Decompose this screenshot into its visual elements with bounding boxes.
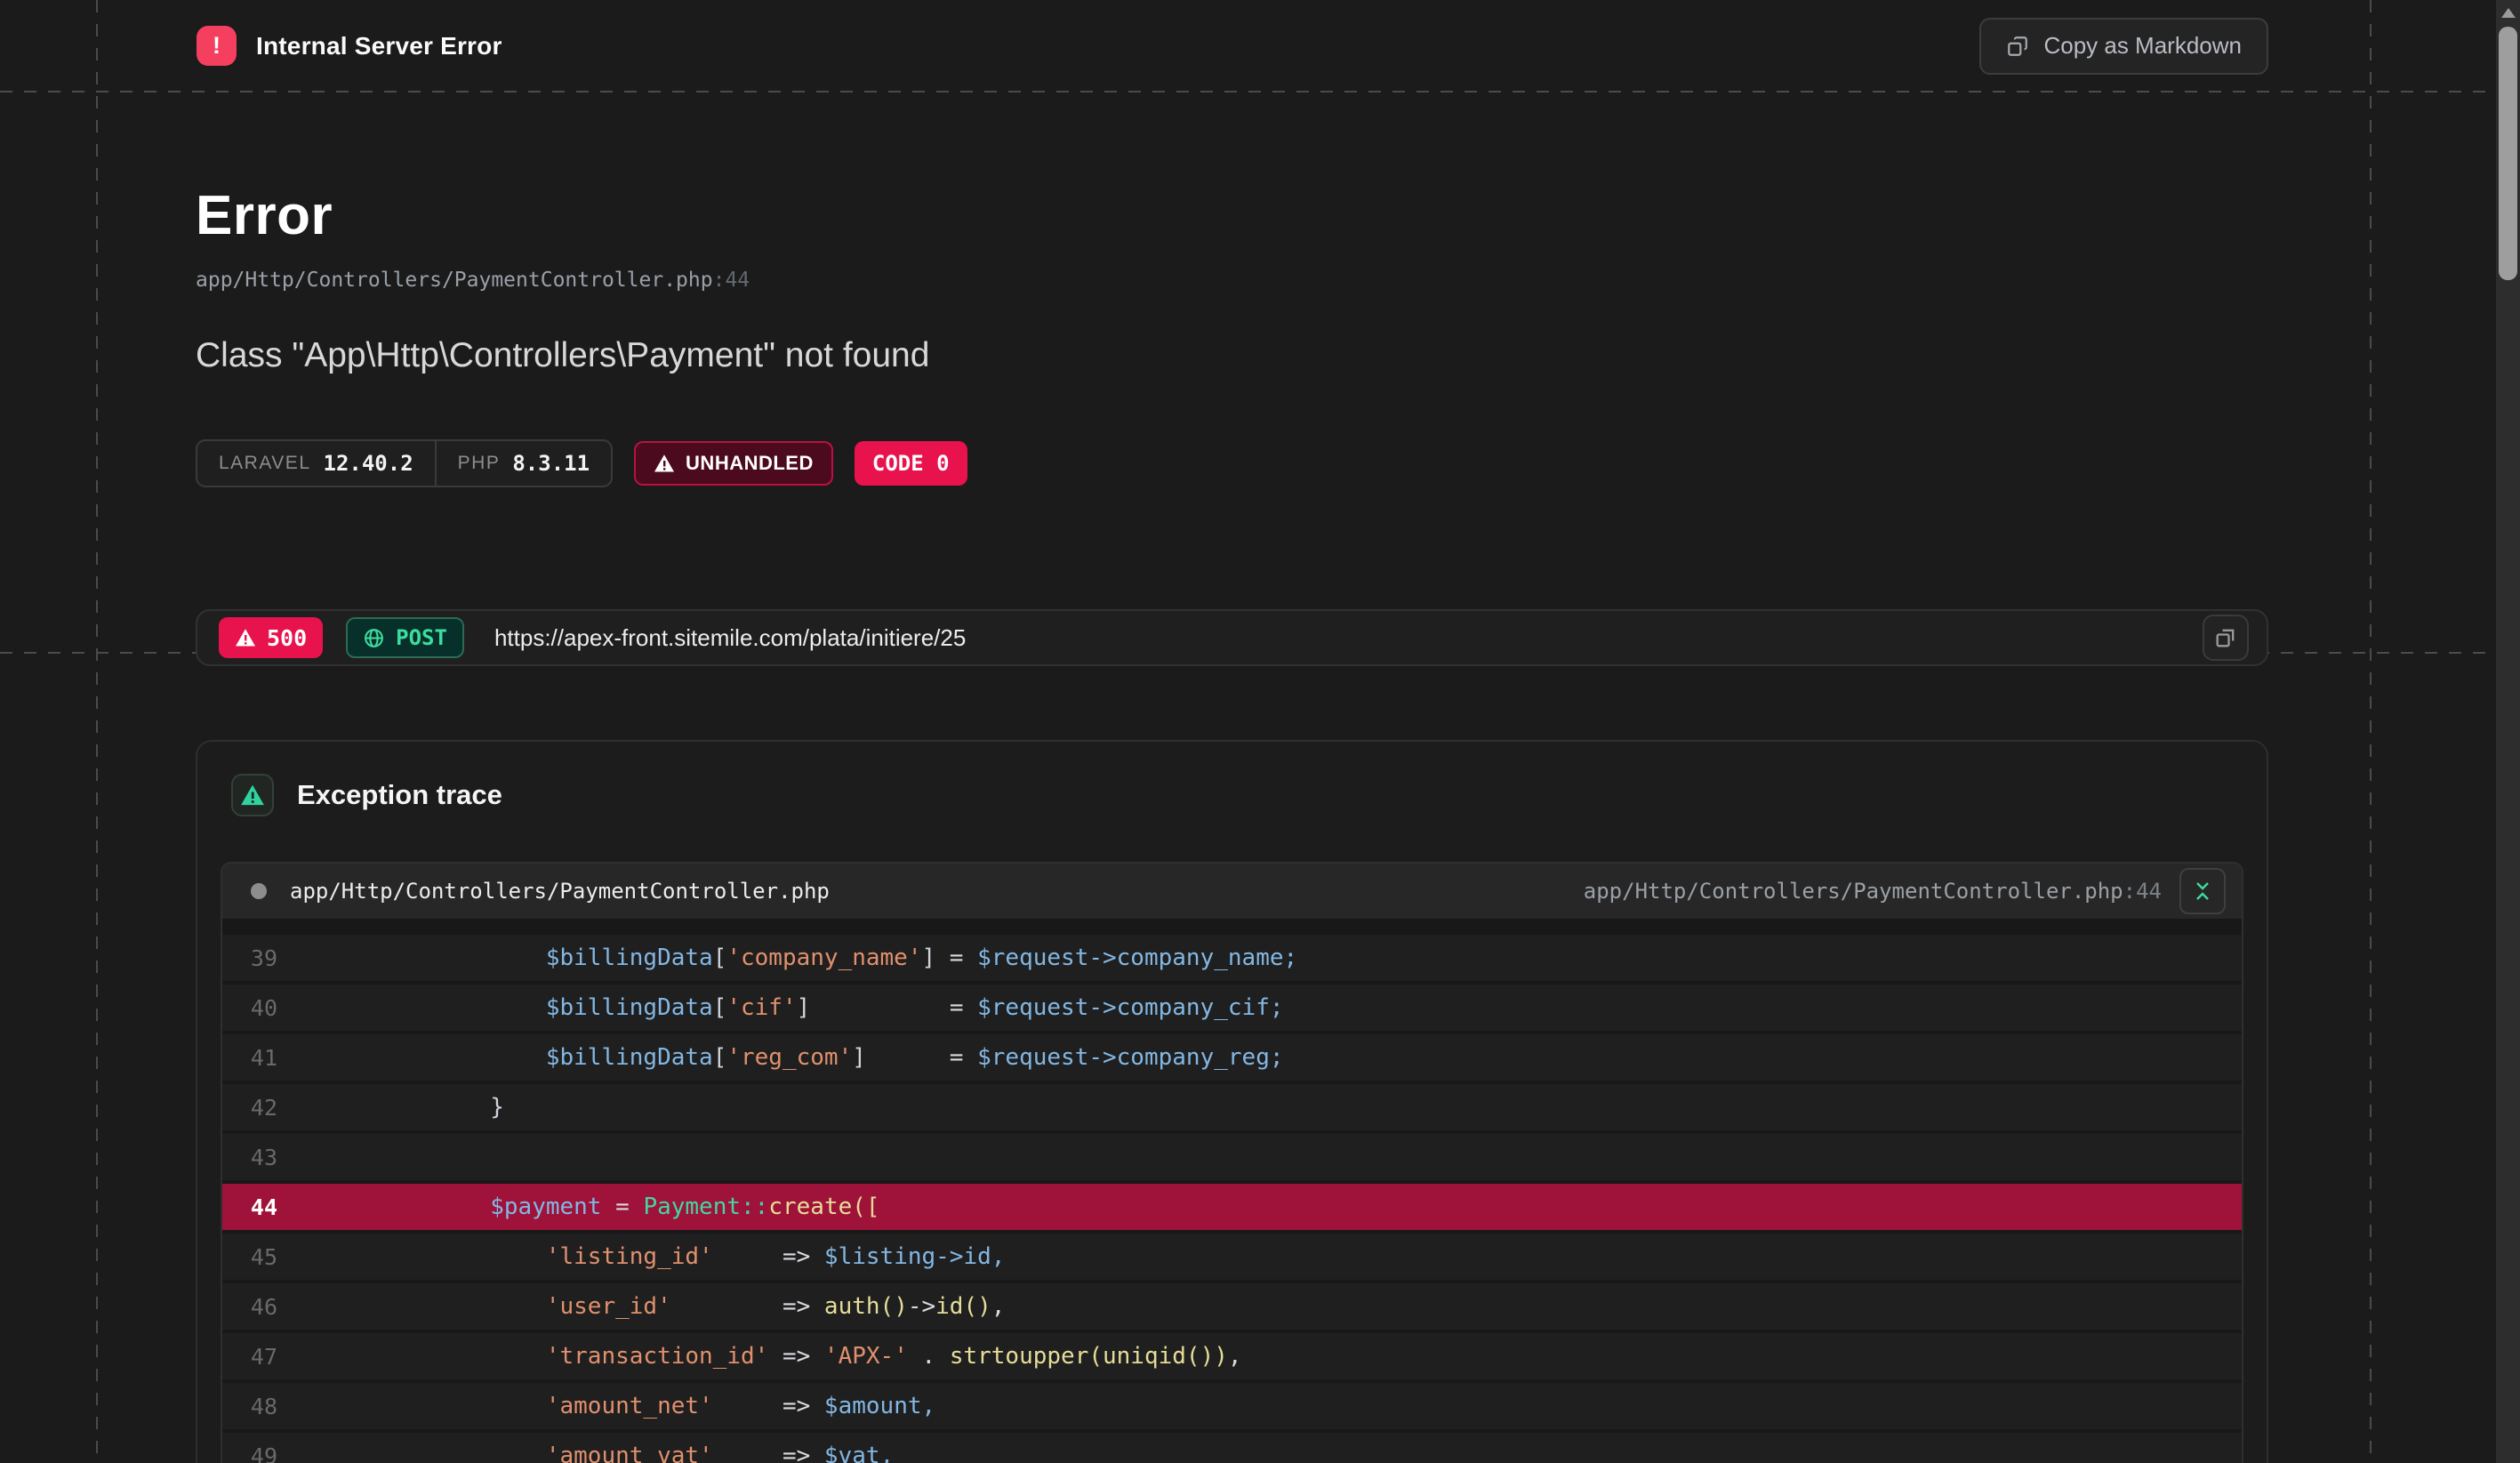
unhandled-badge: UNHANDLED bbox=[634, 441, 833, 486]
code-line-44: 44 $payment = Payment::create([ bbox=[222, 1184, 2242, 1230]
warning-triangle-icon bbox=[235, 627, 256, 648]
code-line-39: 39 $billingData['company_name'] = $reque… bbox=[222, 935, 2242, 981]
code-line-43: 43 bbox=[222, 1134, 2242, 1180]
php-version: 8.3.11 bbox=[512, 451, 590, 476]
php-version-badge: PHP 8.3.11 bbox=[435, 441, 611, 486]
code-snippet: 39 $billingData['company_name'] = $reque… bbox=[222, 919, 2242, 1463]
line-number: 40 bbox=[222, 995, 277, 1021]
frame-file: app/Http/Controllers/PaymentController.p… bbox=[290, 879, 830, 904]
page-title: Error bbox=[196, 184, 2268, 247]
frame-location-line: :44 bbox=[2123, 879, 2162, 904]
code-text: 'user_id' => auth()->id(), bbox=[379, 1293, 1005, 1320]
request-bar: 500 POST https://apex-front.sitemile.com… bbox=[196, 609, 2268, 666]
laravel-version: 12.40.2 bbox=[324, 451, 413, 476]
line-number: 43 bbox=[222, 1145, 277, 1170]
exception-trace-header: Exception trace bbox=[197, 742, 2267, 816]
topbar-brand: ! Internal Server Error bbox=[197, 26, 502, 66]
copy-icon bbox=[2213, 625, 2238, 650]
status-500-badge: 500 bbox=[219, 617, 323, 658]
frame-bullet-icon bbox=[251, 883, 267, 899]
line-number: 45 bbox=[222, 1244, 277, 1270]
copy-as-markdown-label: Copy as Markdown bbox=[2043, 32, 2242, 60]
code-text: 'amount_net' => $amount, bbox=[379, 1393, 935, 1419]
warning-triangle-icon bbox=[654, 453, 675, 474]
line-number: 48 bbox=[222, 1394, 277, 1419]
line-number: 41 bbox=[222, 1045, 277, 1071]
frame-location: app/Http/Controllers/PaymentController.p… bbox=[1584, 879, 2162, 904]
code-text: 'transaction_id' => 'APX-' . strtoupper(… bbox=[379, 1343, 1242, 1370]
code-text: 'amount_vat' => $vat, bbox=[379, 1443, 894, 1463]
exception-trace-title: Exception trace bbox=[297, 779, 502, 811]
error-page: ! Internal Server Error Copy as Markdown… bbox=[0, 0, 2520, 1463]
code-text: 'listing_id' => $listing->id, bbox=[379, 1243, 1005, 1270]
scrollbar-up-arrow[interactable] bbox=[2501, 8, 2516, 18]
warning-triangle-icon bbox=[240, 783, 265, 808]
topbar-title: Internal Server Error bbox=[256, 32, 502, 60]
badge-row: LARAVEL 12.40.2 PHP 8.3.11 UNHANDLED bbox=[196, 439, 2268, 487]
line-number: 49 bbox=[222, 1443, 277, 1463]
line-number: 47 bbox=[222, 1344, 277, 1370]
code-lines: 39 $billingData['company_name'] = $reque… bbox=[222, 935, 2242, 1463]
frame-location-file: app/Http/Controllers/PaymentController.p… bbox=[1584, 879, 2123, 904]
error-alert-icon: ! bbox=[197, 26, 237, 66]
request-url: https://apex-front.sitemile.com/plata/in… bbox=[494, 624, 966, 652]
method-label: POST bbox=[396, 625, 447, 650]
collapse-vertical-icon bbox=[2192, 880, 2213, 902]
code-badge: CODE 0 bbox=[855, 441, 967, 486]
globe-icon bbox=[363, 627, 385, 649]
stack-frame: app/Http/Controllers/PaymentController.p… bbox=[221, 862, 2243, 1463]
stack-frame-header[interactable]: app/Http/Controllers/PaymentController.p… bbox=[222, 864, 2242, 919]
code-line-47: 47 'transaction_id' => 'APX-' . strtoupp… bbox=[222, 1333, 2242, 1379]
content-column: Error app/Http/Controllers/PaymentContro… bbox=[196, 92, 2268, 1463]
php-label: PHP bbox=[458, 453, 501, 474]
vertical-dashed-line-right bbox=[2370, 0, 2372, 1463]
error-message: Class "App\Http\Controllers\Payment" not… bbox=[196, 336, 2268, 375]
method-post-badge: POST bbox=[346, 617, 464, 658]
line-number: 42 bbox=[222, 1095, 277, 1121]
code-line-46: 46 'user_id' => auth()->id(), bbox=[222, 1283, 2242, 1330]
topbar: ! Internal Server Error Copy as Markdown bbox=[0, 0, 2520, 92]
code-text: } bbox=[379, 1094, 504, 1121]
error-summary: Error app/Http/Controllers/PaymentContro… bbox=[196, 92, 2268, 487]
laravel-version-badge: LARAVEL 12.40.2 bbox=[197, 441, 435, 486]
code-text: $billingData['reg_com'] = $request->comp… bbox=[379, 1044, 1284, 1071]
line-number: 39 bbox=[222, 945, 277, 971]
code-text: $billingData['cif'] = $request->company_… bbox=[379, 994, 1284, 1021]
error-file-line: :44 bbox=[713, 269, 750, 292]
code-line-40: 40 $billingData['cif'] = $request->compa… bbox=[222, 985, 2242, 1031]
status-code-label: 500 bbox=[267, 625, 307, 651]
version-pill: LARAVEL 12.40.2 PHP 8.3.11 bbox=[196, 439, 613, 487]
copy-as-markdown-button[interactable]: Copy as Markdown bbox=[1979, 18, 2268, 75]
line-number: 46 bbox=[222, 1294, 277, 1320]
page-scrollbar[interactable] bbox=[2496, 0, 2520, 1463]
code-line-42: 42 } bbox=[222, 1084, 2242, 1130]
scrollbar-thumb[interactable] bbox=[2499, 27, 2517, 280]
copy-url-button[interactable] bbox=[2203, 615, 2249, 661]
code-line-45: 45 'listing_id' => $listing->id, bbox=[222, 1234, 2242, 1280]
laravel-label: LARAVEL bbox=[219, 453, 311, 474]
exception-trace-panel: Exception trace app/Http/Controllers/Pay… bbox=[196, 740, 2268, 1463]
code-text: $billingData['company_name'] = $request-… bbox=[379, 945, 1297, 971]
collapse-frame-button[interactable] bbox=[2179, 868, 2226, 914]
unhandled-label: UNHANDLED bbox=[686, 452, 814, 475]
error-file: app/Http/Controllers/PaymentController.p… bbox=[196, 269, 713, 292]
code-line-41: 41 $billingData['reg_com'] = $request->c… bbox=[222, 1034, 2242, 1081]
code-line-48: 48 'amount_net' => $amount, bbox=[222, 1383, 2242, 1429]
code-text: $payment = Payment::create([ bbox=[379, 1194, 880, 1220]
vertical-dashed-line-left bbox=[96, 0, 98, 1463]
exception-warning-icon bbox=[231, 774, 274, 816]
line-number: 44 bbox=[222, 1194, 277, 1220]
error-file-path: app/Http/Controllers/PaymentController.p… bbox=[196, 269, 2268, 292]
copy-icon bbox=[2006, 35, 2029, 58]
code-line-49: 49 'amount_vat' => $vat, bbox=[222, 1433, 2242, 1463]
